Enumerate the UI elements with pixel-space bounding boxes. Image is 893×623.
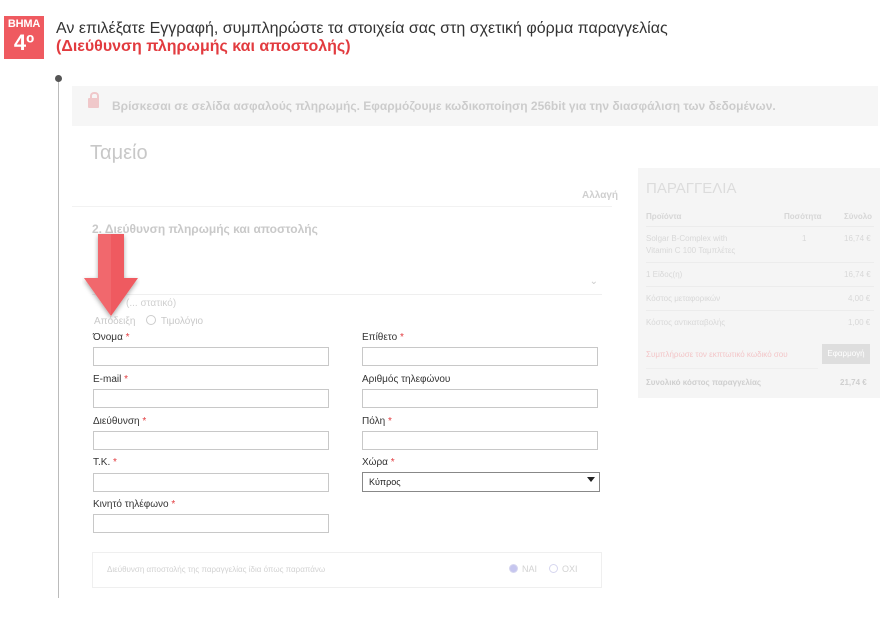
items-total: 16,74 € — [844, 270, 871, 279]
chevron-down-icon: ⌄ — [589, 276, 598, 287]
address-label-text: Διεύθυνση — [93, 416, 140, 427]
item-qty: 1 — [802, 234, 807, 243]
required-mark: * — [390, 457, 395, 468]
postcode-label-text: Τ.Κ. — [93, 457, 111, 468]
col-qty: Ποσότητα — [784, 212, 822, 221]
items-count: 1 Είδος(η) — [646, 270, 683, 279]
required-mark: * — [113, 457, 117, 468]
shipping-yes-option[interactable]: ΝΑΙ — [509, 564, 537, 574]
item-name-line1: Solgar B-Complex with — [646, 234, 728, 243]
email-label: E-mail * — [93, 374, 128, 385]
same-shipping-question: Διεύθυνση αποστολής της παραγγελίας ίδια… — [107, 565, 326, 574]
step-instruction-text: Αν επιλέξατε Εγγραφή, συμπληρώστε τα στο… — [56, 20, 668, 37]
country-select-value: Κύπρος — [369, 477, 401, 487]
step-badge-number: 4º — [13, 30, 35, 55]
secure-notice-bar: Βρίσκεσαι σε σελίδα ασφαλούς πληρωμής. Ε… — [72, 86, 878, 126]
shipping-no-option[interactable]: ΟΧΙ — [549, 564, 578, 574]
order-total-value: 21,74 € — [840, 378, 867, 387]
arrow-down-icon — [82, 232, 140, 322]
address-select[interactable]: ⌄ — [92, 272, 602, 295]
radio-no-label: ΟΧΙ — [562, 564, 578, 574]
coupon-placeholder: Συμπλήρωσε τον εκπτωτικό κωδικό σου — [646, 350, 788, 359]
last-name-field[interactable] — [362, 347, 598, 366]
email-field[interactable] — [93, 389, 329, 408]
chevron-down-icon — [587, 477, 595, 482]
step-badge-word: ΒΗΜΑ — [7, 18, 41, 30]
phone-field[interactable] — [362, 389, 598, 408]
first-name-field[interactable] — [93, 347, 329, 366]
city-label-text: Πόλη — [362, 416, 386, 427]
shipping-cost-label: Κόστος μεταφορικών — [646, 294, 721, 303]
lock-icon — [88, 92, 99, 108]
address-field[interactable] — [93, 431, 329, 450]
required-mark: * — [399, 332, 404, 343]
divider — [646, 310, 874, 311]
required-mark: * — [125, 332, 130, 343]
same-shipping-box: Διεύθυνση αποστολής της παραγγελίας ίδια… — [92, 552, 602, 588]
divider — [646, 286, 874, 287]
mobile-label: Κινητό τηλέφωνο * — [93, 499, 175, 510]
first-name-label: Όνομα * — [93, 332, 130, 343]
required-mark: * — [142, 416, 147, 427]
divider — [646, 226, 874, 227]
shipping-cost-value: 4,00 € — [848, 294, 871, 303]
order-title: ΠΑΡΑΓΓΕΛΙΑ — [646, 180, 737, 197]
mobile-field[interactable] — [93, 514, 329, 533]
last-name-label-text: Επίθετο — [362, 332, 398, 343]
required-mark: * — [171, 499, 176, 510]
radio-yes[interactable] — [509, 564, 518, 573]
postcode-field[interactable] — [93, 473, 329, 492]
step-instruction: Αν επιλέξατε Εγγραφή, συμπληρώστε τα στο… — [56, 20, 668, 56]
cod-cost-label: Κόστος αντικαταβολής — [646, 318, 726, 327]
page-title: Ταμείο — [90, 142, 148, 164]
first-name-label-text: Όνομα — [93, 332, 123, 343]
timeline-line — [58, 78, 59, 598]
order-total-label: Συνολικό κόστος παραγγελίας — [646, 378, 762, 387]
address-label: Διεύθυνση * — [93, 416, 146, 427]
change-link[interactable]: Αλλαγή — [582, 190, 618, 201]
radio-yes-label: ΝΑΙ — [522, 564, 538, 574]
step-instruction-highlight: (Διεύθυνση πληρωμής και αποστολής) — [56, 38, 351, 55]
step-badge: ΒΗΜΑ 4º — [4, 16, 44, 59]
col-product: Προϊόντα — [646, 212, 682, 221]
country-label-text: Χώρα — [362, 457, 388, 468]
divider — [646, 262, 874, 263]
city-label: Πόλη * — [362, 416, 392, 427]
radio-no[interactable] — [549, 564, 558, 573]
mobile-label-text: Κινητό τηλέφωνο — [93, 499, 169, 510]
col-total: Σύνολο — [844, 212, 873, 221]
radio-invoice[interactable] — [146, 315, 157, 325]
required-mark: * — [387, 416, 392, 427]
secure-notice-text: Βρίσκεσαι σε σελίδα ασφαλούς πληρωμής. Ε… — [112, 99, 776, 113]
country-select[interactable]: Κύπρος — [362, 472, 600, 492]
apply-coupon-button[interactable]: Εφαρμογή — [822, 344, 870, 364]
phone-label: Αριθμός τηλεφώνου — [362, 374, 450, 385]
checkout-page: Βρίσκεσαι σε σελίδα ασφαλούς πληρωμής. Ε… — [72, 86, 880, 606]
last-name-label: Επίθετο * — [362, 332, 404, 343]
city-field[interactable] — [362, 431, 598, 450]
country-label: Χώρα * — [362, 457, 395, 468]
item-name-line2: Vitamin C 100 Ταμπλέτες — [646, 246, 736, 255]
postcode-label: Τ.Κ. * — [93, 457, 117, 468]
phone-label-text: Αριθμός τηλεφώνου — [362, 374, 451, 385]
timeline-dot — [55, 75, 62, 82]
item-price: 16,74 € — [844, 234, 871, 243]
radio-invoice-label[interactable]: Τιμολόγιο — [161, 316, 203, 327]
cod-cost-value: 1,00 € — [848, 318, 871, 327]
email-label-text: E-mail — [93, 374, 122, 385]
coupon-input[interactable]: Συμπλήρωσε τον εκπτωτικό κωδικό σου — [646, 350, 818, 369]
divider — [72, 206, 612, 207]
required-mark: * — [124, 374, 129, 385]
